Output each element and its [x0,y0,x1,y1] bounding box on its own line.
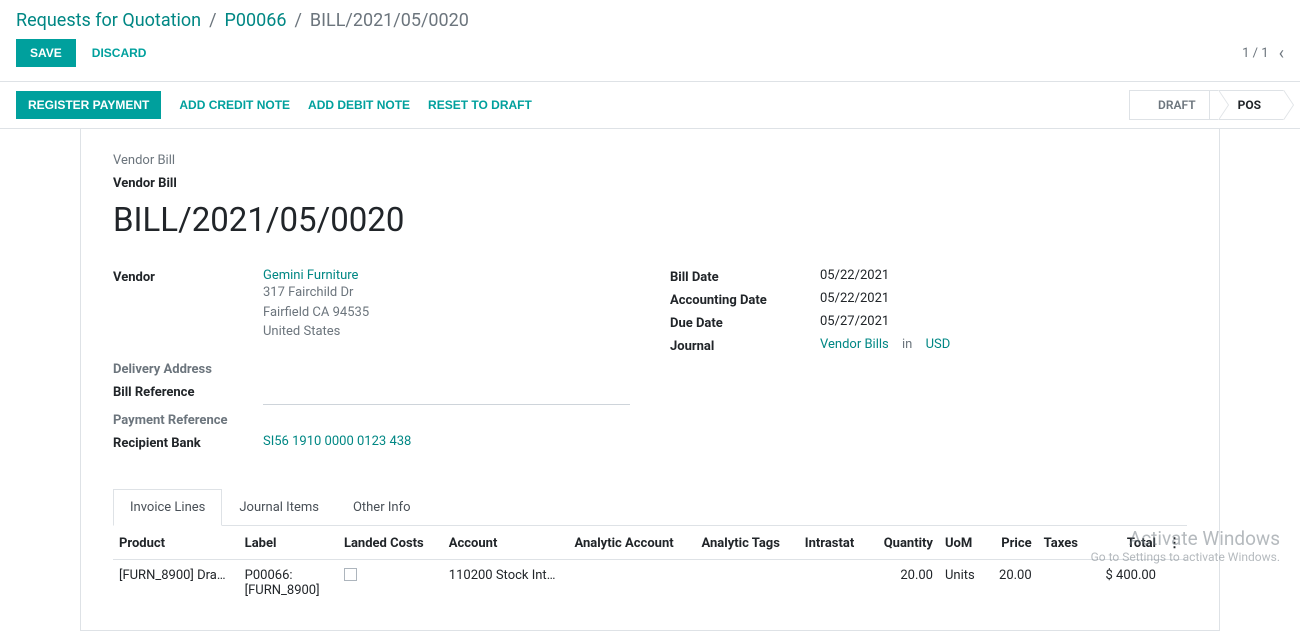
col-quantity[interactable]: Quantity [869,526,939,560]
doc-title[interactable]: BILL/2021/05/0020 [113,201,1187,240]
status-draft[interactable]: DRAFT [1129,90,1219,120]
button-bar: REGISTER PAYMENT ADD CREDIT NOTE ADD DEB… [0,81,1300,129]
accounting-date-value[interactable]: 05/22/2021 [820,291,1187,306]
vendor-address-line: 317 Fairchild Dr [263,283,630,303]
tabs: Invoice Lines Journal Items Other Info [113,489,1187,526]
status-bar: DRAFT POS [1129,90,1284,120]
cell-intrastat[interactable] [799,559,869,606]
due-date-value[interactable]: 05/27/2021 [820,314,1187,329]
register-payment-button[interactable]: REGISTER PAYMENT [16,91,161,119]
action-bar: SAVE DISCARD 1 / 1 ‹ [0,35,1300,81]
col-price[interactable]: Price [987,526,1038,560]
discard-button[interactable]: DISCARD [92,46,147,60]
tab-journal-items[interactable]: Journal Items [222,489,336,526]
col-product[interactable]: Product [113,526,239,560]
cell-quantity[interactable]: 20.00 [869,559,939,606]
breadcrumb-separator: / [209,10,216,31]
breadcrumb-separator: / [294,10,301,31]
journal-link[interactable]: Vendor Bills [820,337,889,352]
vendor-label: Vendor [113,268,263,285]
save-button[interactable]: SAVE [16,39,76,67]
bill-reference-input[interactable] [263,387,630,405]
doc-subtype-label: Vendor Bill [113,176,1187,191]
col-account[interactable]: Account [443,526,569,560]
breadcrumb-root-link[interactable]: Requests for Quotation [16,10,201,31]
cell-product[interactable]: [FURN_8900] Dra… [113,559,239,606]
cell-taxes[interactable] [1038,559,1091,606]
cell-uom[interactable]: Units [939,559,987,606]
vendor-address-line: United States [263,322,630,342]
journal-in-text: in [902,337,912,352]
journal-currency-link[interactable]: USD [926,337,951,352]
due-date-label: Due Date [670,314,820,331]
cell-label[interactable]: P00066: [FURN_8900] [239,559,338,606]
breadcrumb-current: BILL/2021/05/0020 [310,10,469,31]
col-analytic-tags[interactable]: Analytic Tags [695,526,798,560]
doc-type-label: Vendor Bill [113,153,1187,168]
checkbox-icon[interactable] [344,568,357,581]
col-intrastat[interactable]: Intrastat [799,526,869,560]
cell-analytic-account[interactable] [568,559,695,606]
cell-price[interactable]: 20.00 [987,559,1038,606]
kebab-icon[interactable]: ⋮ [1168,536,1181,551]
breadcrumb: Requests for Quotation / P00066 / BILL/2… [0,0,1300,35]
col-landed-costs[interactable]: Landed Costs [338,526,443,560]
payment-reference-label: Payment Reference [113,411,263,428]
accounting-date-label: Accounting Date [670,291,820,308]
delivery-address-label: Delivery Address [113,360,263,377]
add-debit-note-button[interactable]: ADD DEBIT NOTE [308,98,410,112]
vendor-address-line: Fairfield CA 94535 [263,303,630,323]
table-row[interactable]: [FURN_8900] Dra… P00066: [FURN_8900] 110… [113,559,1187,606]
invoice-lines-table: Product Label Landed Costs Account Analy… [113,526,1187,606]
cell-total[interactable]: $ 400.00 [1091,559,1163,606]
col-analytic-account[interactable]: Analytic Account [568,526,695,560]
tab-invoice-lines[interactable]: Invoice Lines [113,489,222,526]
pager: 1 / 1 ‹ [1242,43,1284,64]
cell-account[interactable]: 110200 Stock Int… [443,559,569,606]
recipient-bank-link[interactable]: SI56 1910 0000 0123 438 [263,434,411,449]
col-uom[interactable]: UoM [939,526,987,560]
vendor-link[interactable]: Gemini Furniture [263,268,630,283]
add-credit-note-button[interactable]: ADD CREDIT NOTE [179,98,290,112]
reset-to-draft-button[interactable]: RESET TO DRAFT [428,98,532,112]
pager-text: 1 / 1 [1242,46,1268,61]
col-total[interactable]: Total [1091,526,1163,560]
bill-reference-label: Bill Reference [113,383,263,400]
form-sheet: Vendor Bill Vendor Bill BILL/2021/05/002… [80,128,1220,631]
recipient-bank-label: Recipient Bank [113,434,263,451]
journal-label: Journal [670,337,820,354]
col-taxes[interactable]: Taxes [1038,526,1091,560]
pager-prev-icon[interactable]: ‹ [1279,43,1284,64]
cell-analytic-tags[interactable] [695,559,798,606]
cell-landed-costs[interactable] [338,559,443,606]
bill-date-value[interactable]: 05/22/2021 [820,268,1187,283]
tab-other-info[interactable]: Other Info [336,489,428,526]
col-label[interactable]: Label [239,526,338,560]
bill-date-label: Bill Date [670,268,820,285]
breadcrumb-mid-link[interactable]: P00066 [225,10,287,31]
